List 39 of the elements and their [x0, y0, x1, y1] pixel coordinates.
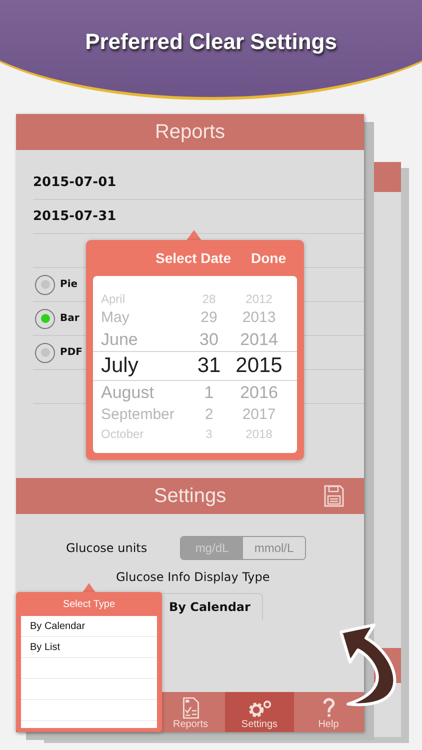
save-icon[interactable]	[322, 484, 346, 508]
year-option[interactable]: 2015	[229, 354, 289, 378]
radio-button[interactable]	[35, 308, 55, 328]
date-field[interactable]: 2015-07-31	[33, 200, 364, 234]
year-option[interactable]: 2013	[229, 309, 289, 326]
list-item[interactable]: By List	[21, 637, 157, 658]
tab[interactable]: Settings	[225, 692, 294, 732]
display-type-label: Glucose Info Display Type	[116, 570, 270, 584]
popover-title: Select Date	[156, 250, 231, 266]
radio-label: Pie	[60, 279, 78, 290]
month-option[interactable]: July	[93, 354, 189, 378]
year-option[interactable]: 2017	[229, 406, 289, 423]
month-option[interactable]: May	[93, 309, 189, 326]
month-option[interactable]: June	[93, 330, 189, 350]
day-option[interactable]: 31	[189, 354, 229, 378]
settings-title: Settings	[154, 484, 226, 508]
year-option[interactable]: 2014	[229, 330, 289, 350]
radio-label: Bar	[60, 313, 80, 324]
help-icon	[322, 697, 336, 719]
gears-icon	[246, 699, 272, 719]
radio-label: PDF	[60, 347, 82, 358]
radio-button[interactable]	[35, 274, 55, 294]
day-option[interactable]: 30	[189, 330, 229, 350]
day-option[interactable]: 29	[189, 309, 229, 326]
glucose-units-label: Glucose units	[66, 541, 148, 555]
day-option[interactable]: 2	[189, 406, 229, 423]
banner-title: Preferred Clear Settings	[85, 29, 337, 55]
tab[interactable]: Help	[294, 692, 363, 732]
radio-button[interactable]	[35, 342, 55, 362]
done-button[interactable]: Done	[251, 250, 286, 266]
month-option[interactable]: August	[93, 382, 189, 402]
date-field[interactable]: 2015-07-01	[33, 166, 364, 200]
day-option[interactable]: 1	[189, 382, 229, 402]
document-icon	[180, 697, 200, 719]
month-option[interactable]: September	[93, 406, 189, 423]
year-option[interactable]: 2016	[229, 382, 289, 402]
popover-title: Select Type	[62, 598, 116, 610]
list-item[interactable]: By Calendar	[21, 616, 157, 637]
reports-title: Reports	[154, 120, 226, 144]
